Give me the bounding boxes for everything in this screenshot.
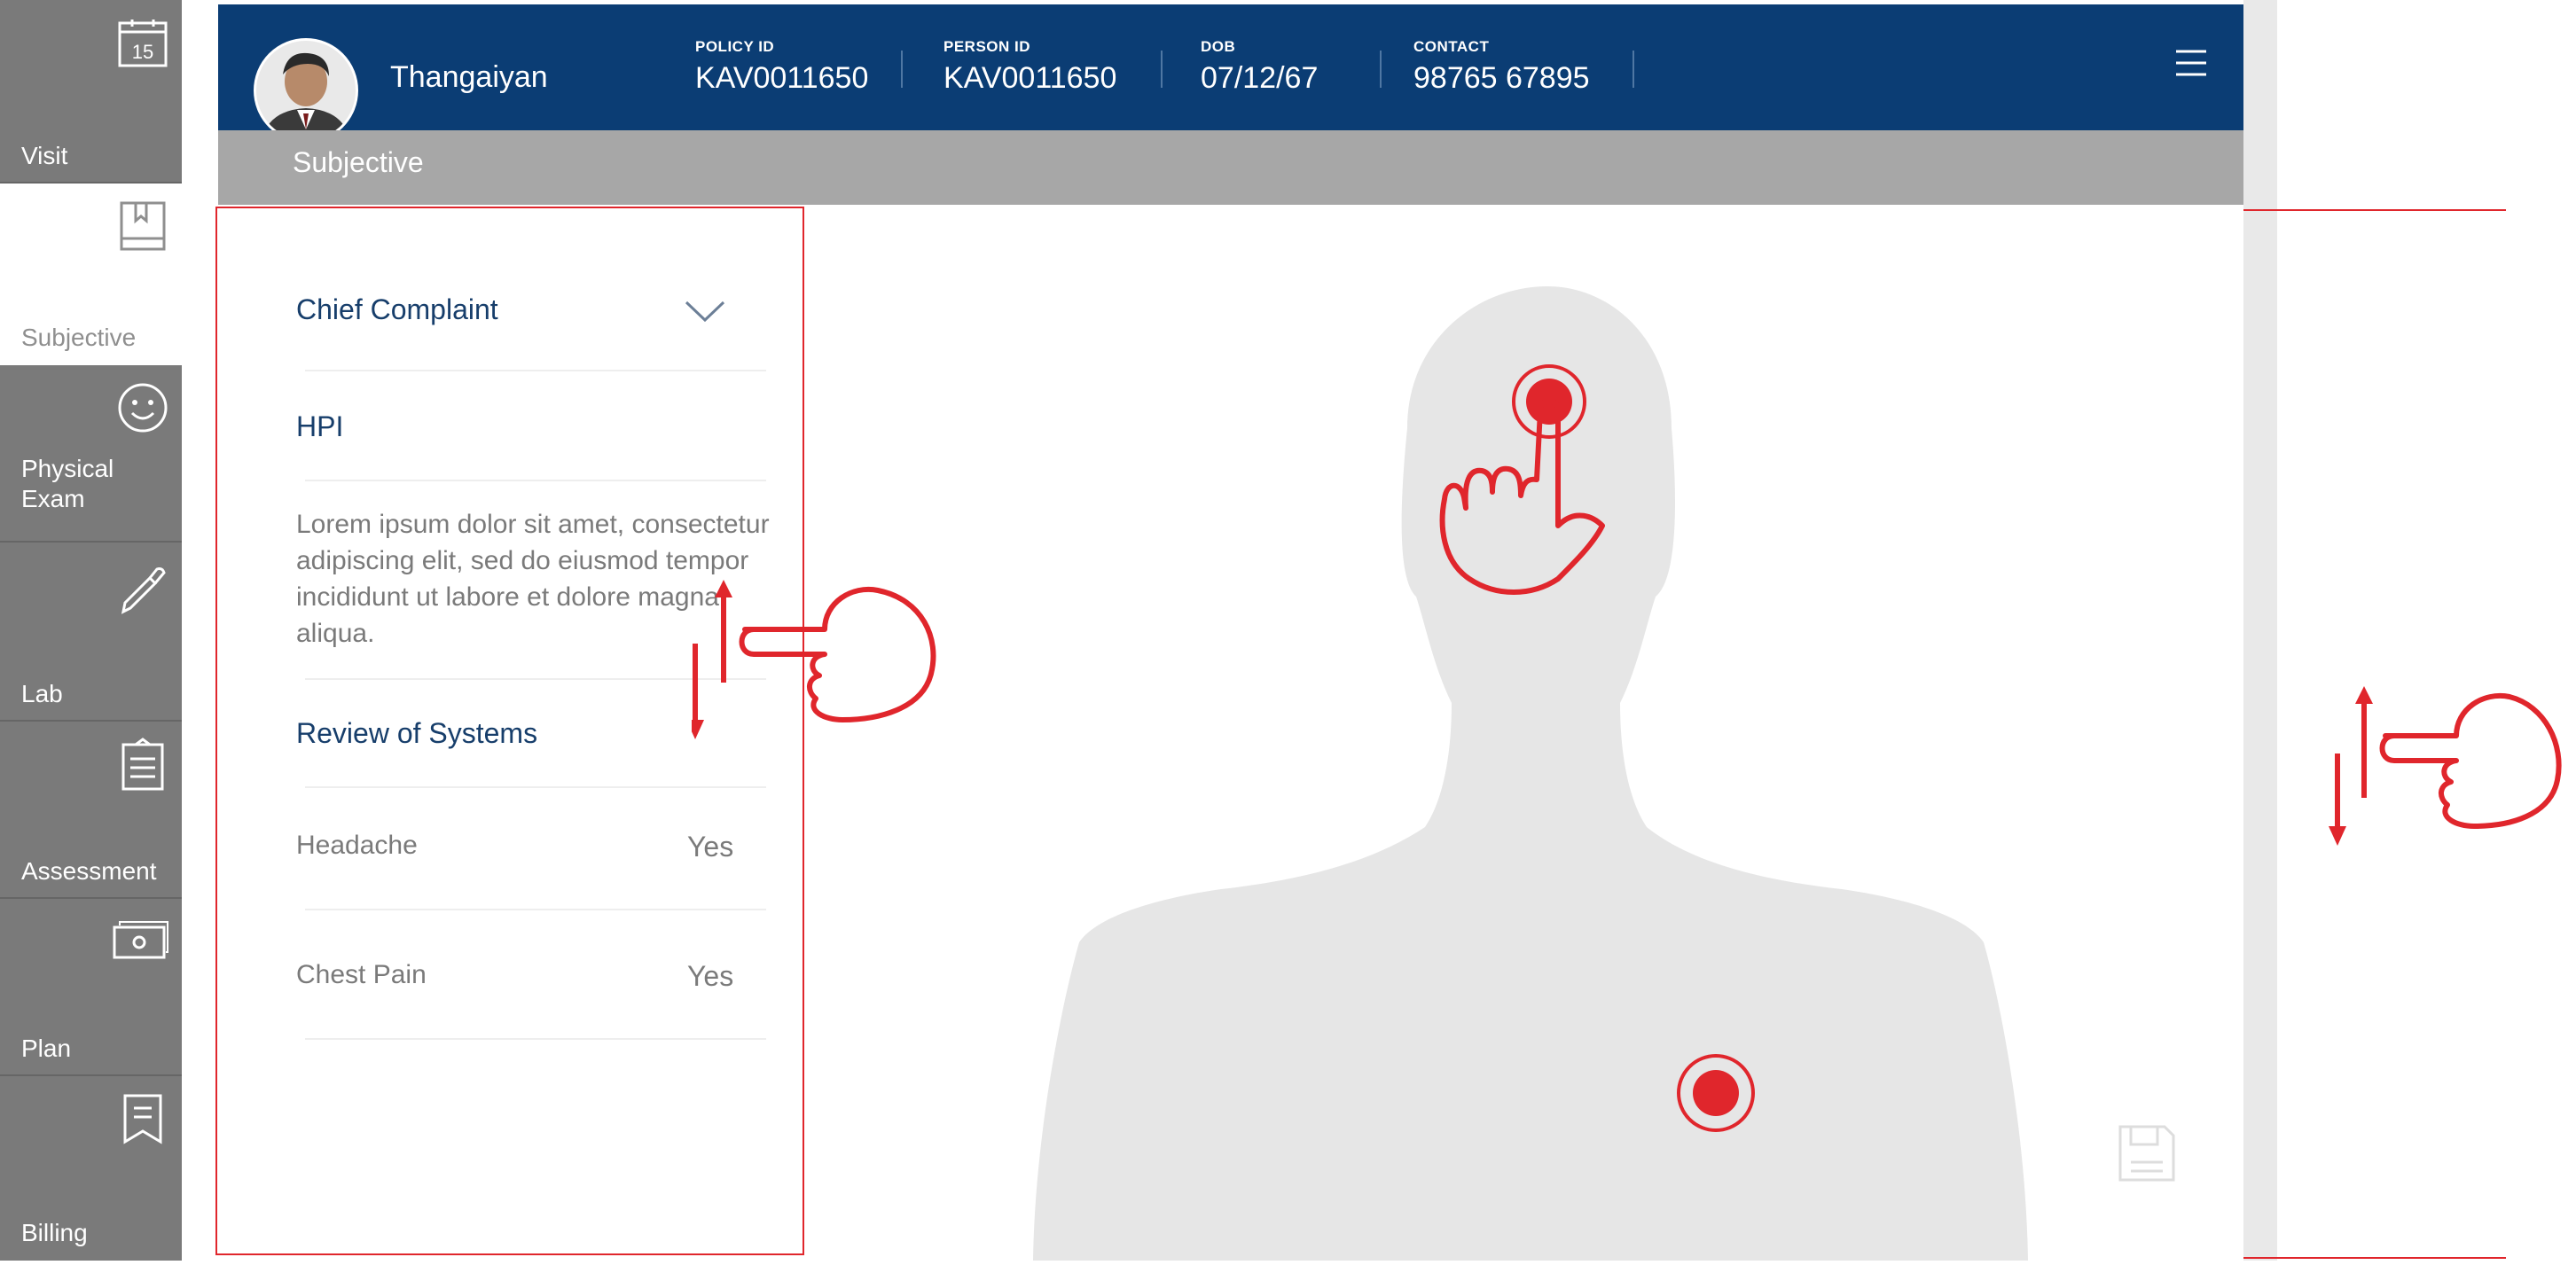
- header-separator: [1633, 51, 1634, 88]
- dob-value: 07/12/67: [1201, 61, 1319, 95]
- divider: [305, 480, 766, 481]
- review-of-systems-title[interactable]: Review of Systems: [296, 717, 537, 750]
- sidebar-item-label: Subjective: [21, 324, 137, 351]
- divider: [305, 909, 766, 910]
- header-separator: [901, 51, 903, 88]
- policy-id-field: POLICY ID KAV0011650: [695, 38, 868, 96]
- sidebar-nav: 15 Visit Subjective Physical Exam Lab As…: [0, 0, 182, 1261]
- chest-marker[interactable]: [1663, 1040, 1769, 1146]
- ros-item-name: Headache: [296, 831, 418, 860]
- hpi-title[interactable]: HPI: [296, 410, 343, 443]
- book-icon: [120, 201, 166, 251]
- right-scroll-gutter[interactable]: [2243, 0, 2277, 1261]
- divider: [305, 786, 766, 788]
- sidebar-item-label: Assessment: [21, 857, 157, 885]
- hamburger-icon[interactable]: [2174, 49, 2208, 77]
- sidebar-item-assessment[interactable]: Assessment: [0, 722, 182, 899]
- contact-value: 98765 67895: [1413, 61, 1590, 95]
- avatar[interactable]: [254, 38, 358, 143]
- chief-complaint-title[interactable]: Chief Complaint: [296, 293, 498, 326]
- dob-label: DOB: [1201, 38, 1236, 55]
- header-separator: [1161, 51, 1163, 88]
- cash-icon: [113, 921, 168, 959]
- smiley-icon: [118, 383, 168, 433]
- sidebar-item-label: Plan: [21, 1035, 72, 1062]
- sidebar-item-subjective[interactable]: Subjective: [0, 184, 182, 365]
- patient-name: Thangaiyan: [390, 60, 548, 94]
- ros-item-value[interactable]: Yes: [687, 960, 733, 993]
- dob-field: DOB 07/12/67: [1201, 38, 1318, 96]
- policy-id-value: KAV0011650: [695, 61, 869, 95]
- calendar-icon: 15: [118, 20, 168, 67]
- sidebar-item-label: Lab: [21, 680, 63, 707]
- body-map[interactable]: [804, 207, 2243, 1261]
- sidebar-item-visit[interactable]: 15 Visit: [0, 0, 182, 184]
- sidebar-item-label: Visit: [21, 142, 68, 169]
- section-title: Subjective: [293, 146, 424, 178]
- sidebar-item-lab[interactable]: Lab: [0, 543, 182, 722]
- pipette-icon: [121, 567, 166, 614]
- annotation-guide-line: [2243, 1257, 2506, 1259]
- ros-item-name: Chest Pain: [296, 960, 427, 989]
- sidebar-item-label: Billing: [21, 1219, 88, 1246]
- section-header: Subjective: [218, 130, 2243, 205]
- scroll-gesture-icon: [2329, 686, 2562, 846]
- patient-header: Thangaiyan POLICY ID KAV0011650 PERSON I…: [218, 4, 2243, 143]
- ros-item-value[interactable]: Yes: [687, 831, 733, 863]
- scroll-gesture-icon: [692, 580, 936, 739]
- save-icon[interactable]: [2115, 1121, 2179, 1185]
- tap-gesture-icon: [1439, 398, 1605, 595]
- chevron-down-icon[interactable]: [683, 297, 727, 324]
- contact-label: CONTACT: [1413, 38, 1490, 55]
- sidebar-item-billing[interactable]: Billing: [0, 1076, 182, 1261]
- divider: [305, 1038, 766, 1040]
- person-id-label: PERSON ID: [943, 38, 1031, 55]
- person-id-value: KAV0011650: [943, 61, 1117, 95]
- contact-field: CONTACT 98765 67895: [1413, 38, 1590, 96]
- sidebar-item-physical-exam[interactable]: Physical Exam: [0, 365, 182, 543]
- sidebar-item-label: Physical Exam: [21, 455, 114, 512]
- annotation-guide-line: [2243, 209, 2506, 211]
- clipboard-icon: [121, 738, 164, 791]
- person-id-field: PERSON ID KAV0011650: [943, 38, 1116, 96]
- bookmark-icon: [123, 1094, 162, 1144]
- header-separator: [1380, 51, 1382, 88]
- policy-id-label: POLICY ID: [695, 38, 775, 55]
- sidebar-item-plan[interactable]: Plan: [0, 899, 182, 1076]
- calendar-day: 15: [132, 41, 153, 63]
- divider: [305, 370, 766, 371]
